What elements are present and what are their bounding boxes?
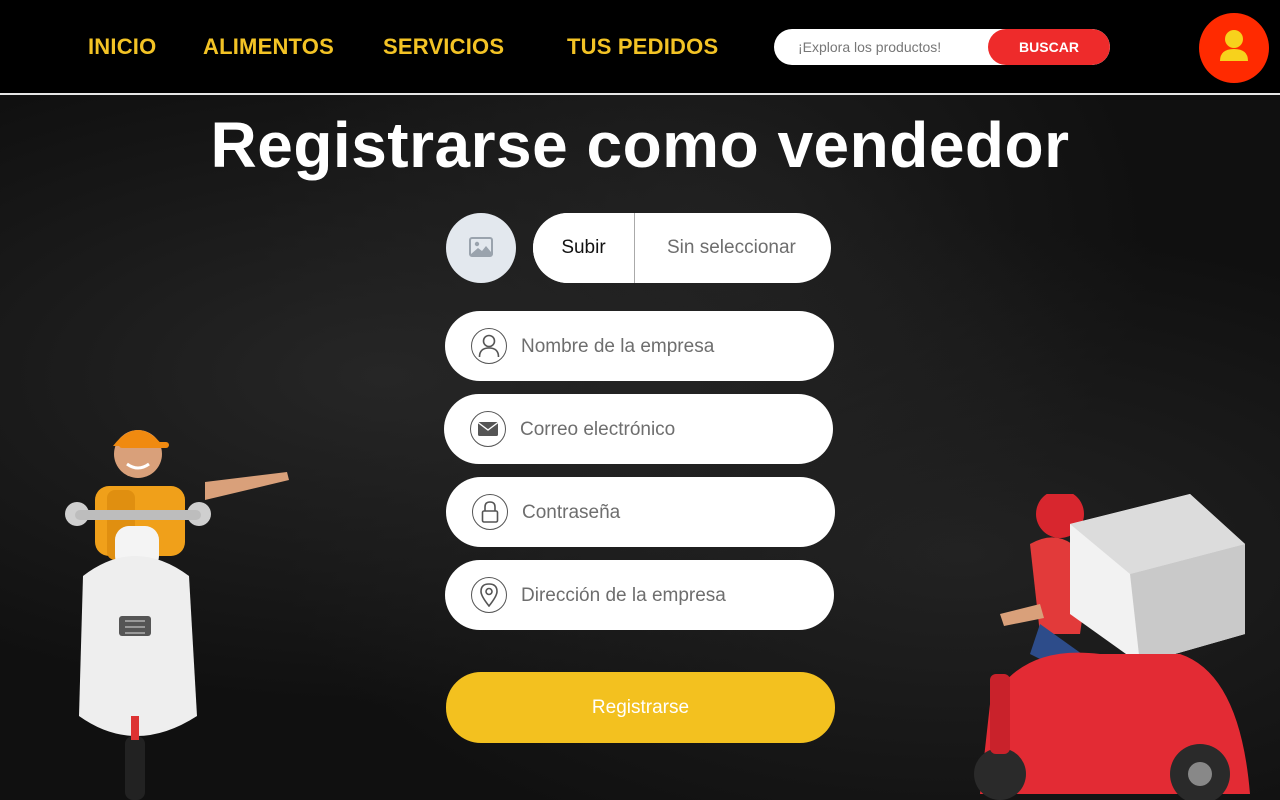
upload-status: Sin seleccionar: [667, 237, 796, 258]
logo-preview: [446, 213, 516, 283]
delivery-man-scooter-illustration-left: [65, 430, 289, 800]
company-address-field: [445, 560, 834, 632]
user-icon: [471, 328, 507, 364]
user-icon: [1220, 30, 1248, 61]
upload-button[interactable]: Subir: [533, 213, 635, 283]
nav-item-inicio[interactable]: INICIO: [88, 34, 156, 60]
email-field: [444, 394, 833, 466]
password-input[interactable]: [520, 477, 804, 549]
register-button[interactable]: Registrarse: [446, 672, 835, 743]
image-placeholder-icon: [469, 237, 493, 257]
lock-icon: [472, 494, 508, 530]
nav-item-alimentos[interactable]: ALIMENTOS: [203, 34, 334, 60]
page-title: Registrarse como vendedor: [210, 109, 1070, 181]
company-name-field: [445, 311, 834, 383]
search-button[interactable]: BUSCAR: [988, 29, 1110, 65]
nav-item-servicios[interactable]: SERVICIOS: [383, 34, 504, 60]
search-bar: BUSCAR: [774, 29, 1110, 65]
user-account-button[interactable]: [1199, 13, 1269, 83]
nav-item-tus-pedidos[interactable]: TUS PEDIDOS: [567, 34, 718, 60]
envelope-icon: [470, 411, 506, 447]
file-upload-field: Subir Sin seleccionar: [533, 213, 831, 283]
password-field: [446, 477, 835, 549]
search-input[interactable]: [774, 29, 988, 65]
location-pin-icon: [471, 577, 507, 613]
delivery-man-scooter-illustration-right: [974, 494, 1250, 800]
email-input[interactable]: [518, 394, 802, 466]
company-name-input[interactable]: [519, 311, 803, 383]
top-navigation-bar: INICIO ALIMENTOS SERVICIOS TUS PEDIDOS B…: [0, 0, 1280, 95]
company-address-input[interactable]: [519, 560, 803, 632]
